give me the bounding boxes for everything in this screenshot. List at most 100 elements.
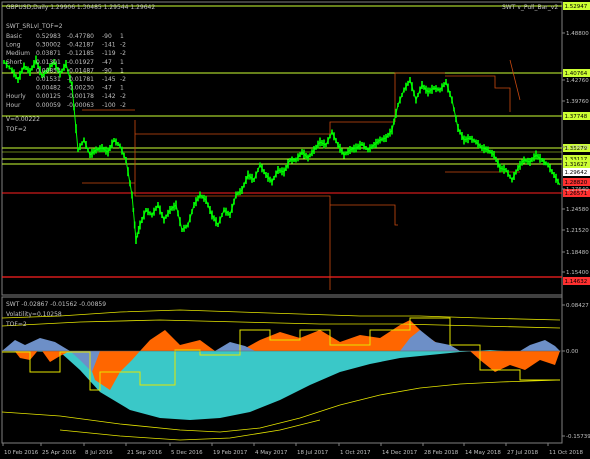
time-tick-label: 21 Sep 2016 xyxy=(127,450,162,456)
price-tick-label: 1.18480 xyxy=(566,250,589,256)
stats-cell: Long xyxy=(6,42,21,49)
stats-cell: -0.01487 xyxy=(67,67,94,74)
stats-cell: 0.00482 xyxy=(36,85,61,92)
stats-cell: 1 xyxy=(120,59,124,66)
indicator-name: SWT_SRLvl_TOF=2 xyxy=(6,23,63,30)
stats-cell: -0.00178 xyxy=(67,93,94,100)
time-tick-label: 4 May 2017 xyxy=(255,450,288,456)
swt-blue-area xyxy=(520,340,560,351)
stop-step-line xyxy=(394,72,445,122)
price-labels-layer: 1.529471.407641.377481.352791.331171.316… xyxy=(563,2,590,285)
sub-tick-label: 0.00 xyxy=(566,349,579,355)
stats-cell: 0.00059 xyxy=(36,102,61,109)
price-tick-label: 1.27640 xyxy=(566,187,589,193)
stats-cell: 0.00853 xyxy=(36,67,61,74)
time-tick-label: 14 Dec 2017 xyxy=(382,450,418,456)
stats-cell: -100 xyxy=(102,102,116,109)
price-label-text: 1.52947 xyxy=(565,4,588,10)
price-tick-label: 1.21520 xyxy=(566,228,589,234)
price-label-text: 1.40764 xyxy=(565,71,588,77)
stats-cell: -145 xyxy=(102,76,116,83)
right-indicator-label: SWT v_Pull_Bar_v2 xyxy=(502,4,558,11)
swt-blue-area xyxy=(2,338,70,351)
stats-cell: -0.42187 xyxy=(67,42,94,49)
time-tick-label: 18 Jul 2017 xyxy=(297,450,329,456)
price-tick-label: 1.39760 xyxy=(566,99,589,105)
swt-oscillator-layer xyxy=(1,309,562,441)
stats-cell: -0.47780 xyxy=(67,33,94,40)
stats-cell: -0.01927 xyxy=(67,59,94,66)
sub-tick-label: -0.15739 xyxy=(566,434,590,440)
stats-cell: 0.01301 xyxy=(36,59,61,66)
price-tick-label: 1.33620 xyxy=(566,145,589,151)
stats-cell: Basic xyxy=(6,33,22,40)
stats-cell: -0.12185 xyxy=(67,50,94,57)
stats-cell: 0.01531 xyxy=(36,76,61,83)
time-tick-label: 25 Apr 2016 xyxy=(42,450,77,456)
stats-cell: 0.03871 xyxy=(36,50,61,57)
time-tick-label: 5 Dec 2016 xyxy=(171,450,203,456)
stats-cell: 0.30002 xyxy=(36,42,61,49)
main-price-chart[interactable]: 1.529471.407641.377481.352791.331171.316… xyxy=(0,0,590,459)
stats-cell: 1 xyxy=(120,33,124,40)
stats-cell: -2 xyxy=(120,76,126,83)
stats-cell: -90 xyxy=(102,33,112,40)
price-label-text: 1.14632 xyxy=(565,279,588,285)
stats-cell: -0.01781 xyxy=(67,76,94,83)
stats-cell: 1 xyxy=(120,67,124,74)
stats-cell: -47 xyxy=(102,85,112,92)
swt-tof: TOF=2 xyxy=(5,321,27,328)
stop-step-line xyxy=(445,75,511,112)
time-tick-label: 14 May 2018 xyxy=(465,450,501,456)
stop-step-lines-layer xyxy=(82,59,521,290)
price-label-text: 1.31627 xyxy=(565,162,588,168)
stats-cell: Medium xyxy=(6,50,30,57)
time-tick-label: 19 Feb 2017 xyxy=(213,450,248,456)
stats-cell: -0.00063 xyxy=(67,102,94,109)
stats-cell: -47 xyxy=(102,59,112,66)
time-tick-label: 28 Feb 2018 xyxy=(424,450,459,456)
stats-cell: -141 xyxy=(102,42,116,49)
price-tick-label: 1.15400 xyxy=(566,270,589,276)
time-tick-label: 8 Jul 2016 xyxy=(85,450,113,456)
stats-cell: -0.00230 xyxy=(67,85,94,92)
swt-volatility: Volatility=0.10258 xyxy=(6,311,62,318)
price-label-text: 1.29642 xyxy=(565,170,588,176)
stop-step-line xyxy=(330,204,398,226)
price-tick-label: 1.48800 xyxy=(566,31,589,37)
volatility-band xyxy=(1,319,561,329)
swt-orange-area xyxy=(140,330,215,351)
swt-orange-area xyxy=(470,351,560,372)
symbol-header: GBPUSD,Daily 1.29906 1.30485 1.29544 1.2… xyxy=(6,4,155,11)
tof-label: TOF=2 xyxy=(5,126,27,133)
time-tick-label: 1 Oct 2017 xyxy=(340,450,371,456)
stop-step-line xyxy=(135,121,395,135)
stats-cell: Hourly xyxy=(6,93,26,100)
stats-cell: -90 xyxy=(102,67,112,74)
stats-table: Basic 0.52983 -0.47780 -90 1 Long 0.30002 -0.42… xyxy=(6,33,126,109)
volatility-band xyxy=(1,309,561,321)
chart-window[interactable]: 1.529471.407641.377481.352791.331171.316… xyxy=(0,0,590,459)
time-tick-label: 11 Oct 2018 xyxy=(549,450,584,456)
stats-cell: 1 xyxy=(120,85,124,92)
v-label: V=0.00222 xyxy=(6,116,40,123)
sub-tick-label: 0.08427 xyxy=(566,303,589,309)
time-axis: 10 Feb 2016 25 Apr 2016 8 Jul 2016 21 Sep 2… xyxy=(2,443,584,456)
stats-cell: -2 xyxy=(120,42,126,49)
price-axis-ticks: 1.48800 1.42760 1.39760 1.33620 1.27640 1.245… xyxy=(562,31,590,440)
time-tick-label: 27 Jul 2018 xyxy=(507,450,539,456)
stats-cell: Short xyxy=(6,59,23,66)
stats-cell: 0.00125 xyxy=(36,93,61,100)
price-tick-label: 1.42760 xyxy=(566,78,589,84)
time-tick-label: 10 Feb 2016 xyxy=(4,450,39,456)
price-label-text: 1.28820 xyxy=(565,180,588,186)
stats-cell: -2 xyxy=(120,50,126,57)
stats-cell: Hour xyxy=(6,102,21,109)
stats-cell: 0.52983 xyxy=(36,33,61,40)
stats-cell: -119 xyxy=(102,50,116,57)
stats-cell: -142 xyxy=(102,93,116,100)
price-label-text: 1.37748 xyxy=(565,114,588,120)
swt-header: SWT -0.02867 -0.01562 -0.00859 xyxy=(6,301,106,308)
stats-cell: -2 xyxy=(120,102,126,109)
price-tick-label: 1.24580 xyxy=(566,207,589,213)
